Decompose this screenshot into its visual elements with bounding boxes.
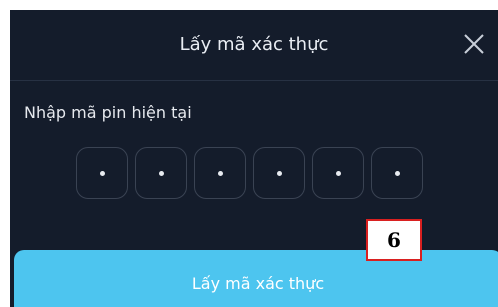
- close-icon: [464, 34, 484, 54]
- close-button[interactable]: [460, 30, 488, 58]
- pin-dot: [99, 170, 105, 176]
- pin-dot: [394, 170, 400, 176]
- pin-dot: [335, 170, 341, 176]
- pin-dot: [276, 170, 282, 176]
- dialog-header: Lấy mã xác thực: [10, 10, 498, 81]
- pin-digit-1[interactable]: [76, 147, 128, 199]
- pin-digit-4[interactable]: [253, 147, 305, 199]
- get-verification-code-dialog: Lấy mã xác thực Nhập mã pin hiện tại Lấy…: [10, 10, 498, 307]
- pin-digit-5[interactable]: [312, 147, 364, 199]
- get-code-button[interactable]: Lấy mã xác thực: [14, 250, 498, 307]
- pin-dot: [158, 170, 164, 176]
- pin-label: Nhập mã pin hiện tại: [24, 103, 192, 122]
- pin-digit-2[interactable]: [135, 147, 187, 199]
- step-number-badge: 6: [366, 219, 422, 261]
- dialog-title: Lấy mã xác thực: [179, 34, 329, 55]
- pin-digit-6[interactable]: [371, 147, 423, 199]
- pin-dot: [217, 170, 223, 176]
- pin-digit-3[interactable]: [194, 147, 246, 199]
- pin-input-group: [76, 147, 423, 199]
